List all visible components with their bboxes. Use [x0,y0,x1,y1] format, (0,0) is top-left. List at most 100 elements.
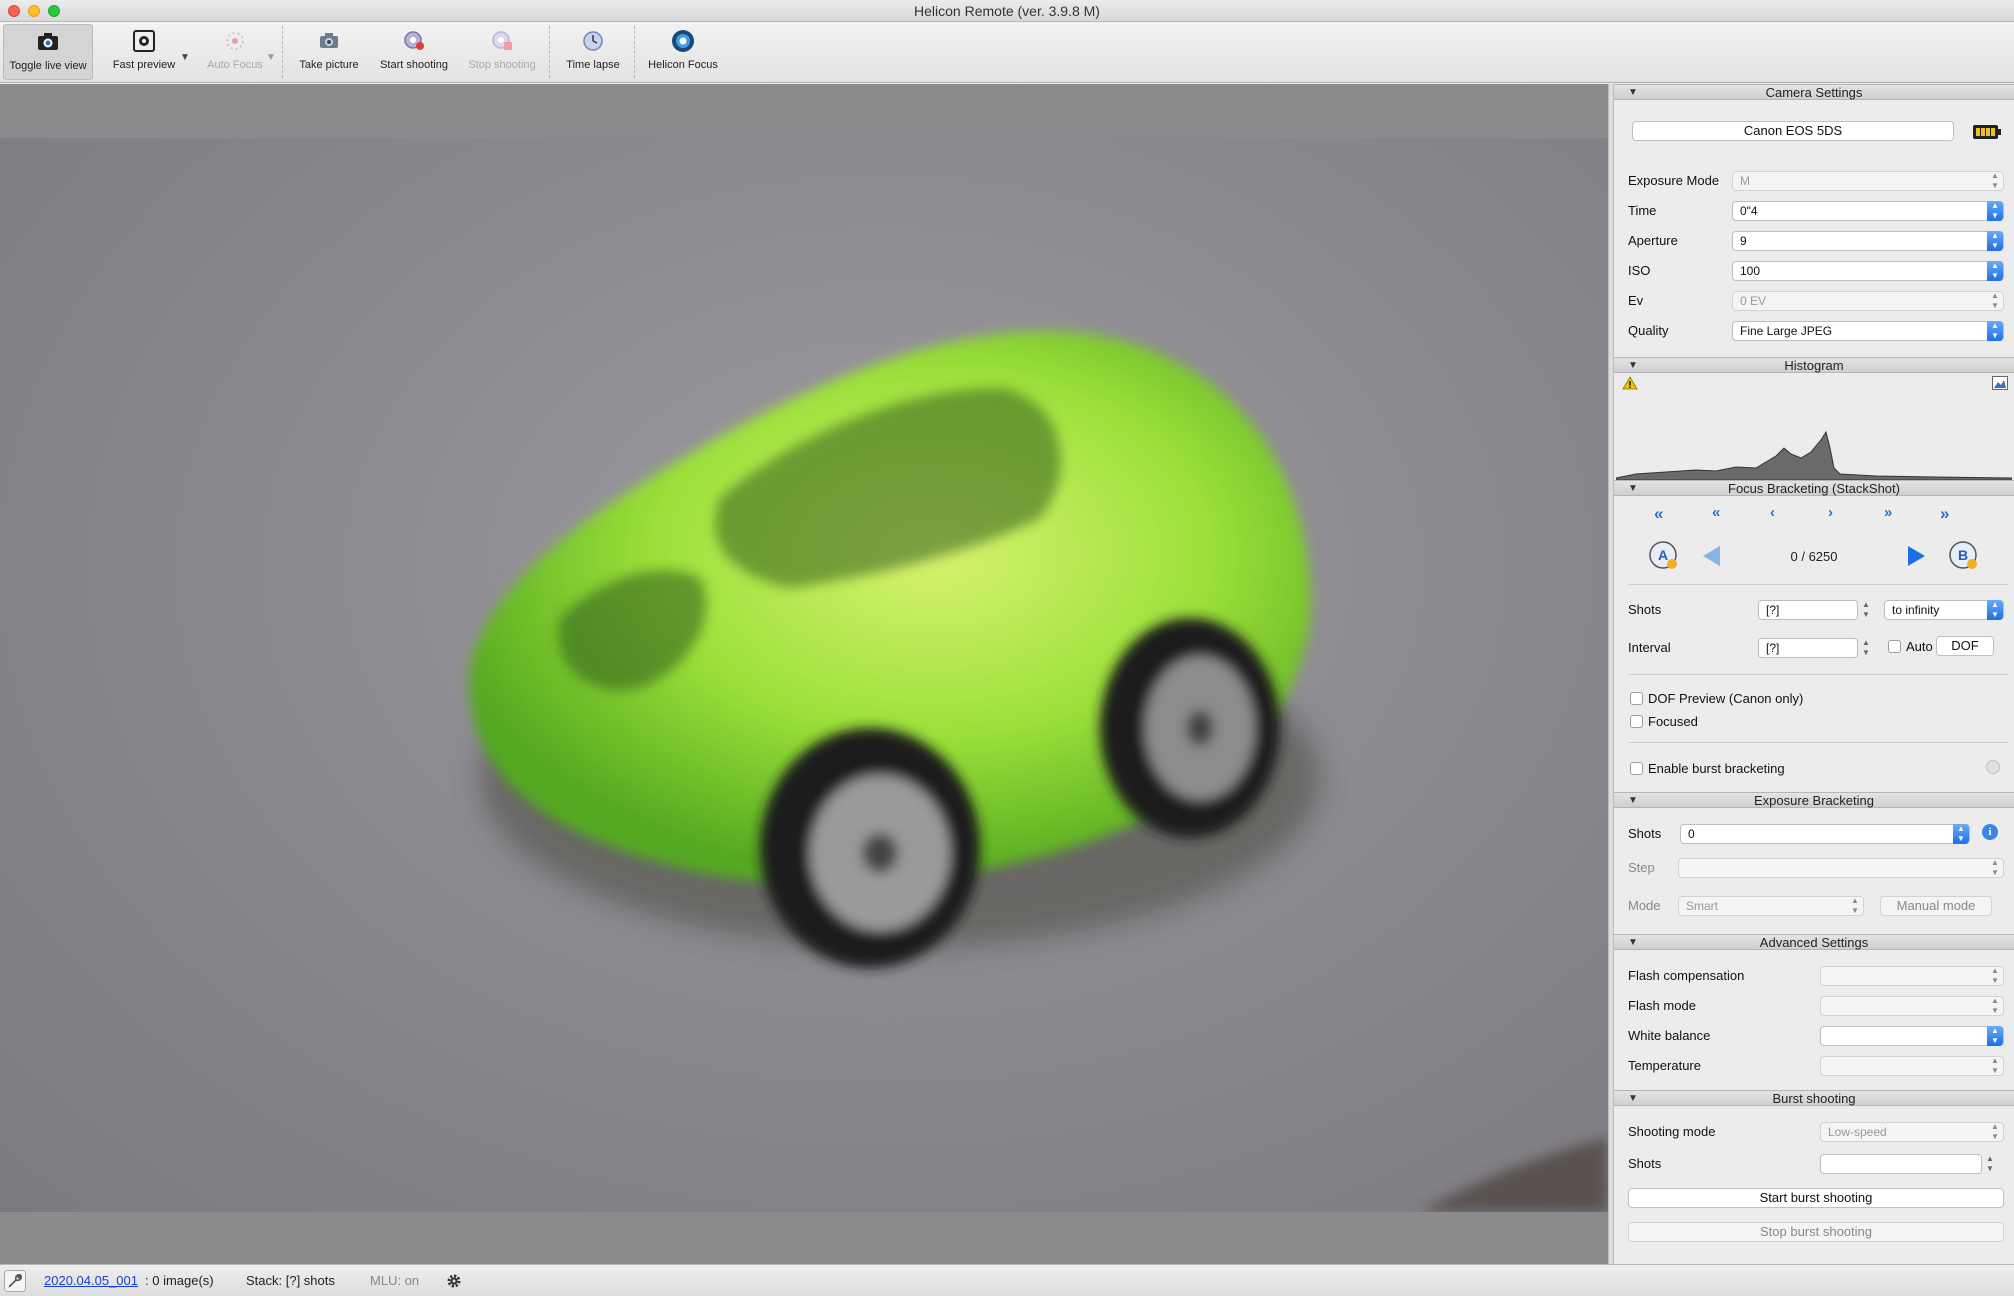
toggle-live-view-button[interactable]: Toggle live view [3,24,93,80]
camera-settings-header[interactable]: ▼ Camera Settings [1614,84,2014,100]
toolbar: Toggle live view Fast preview ▼ Auto Foc… [0,22,2014,83]
session-folder-link[interactable]: 2020.04.05_001 [44,1273,138,1288]
step-back-small-icon[interactable]: ‹ [1770,504,1775,521]
dof-button[interactable]: DOF [1936,636,1994,656]
start-burst-shooting-button[interactable]: Start burst shooting [1628,1188,2004,1208]
take-picture-icon [320,33,338,48]
focus-interval-stepper[interactable]: ▲ ▼ [1862,638,1870,658]
auto-interval-label: Auto [1906,639,1933,654]
close-window-button[interactable] [8,5,20,17]
ev-label: Ev [1628,293,1644,308]
time-label: Time [1628,203,1657,218]
focus-shots-mode-select[interactable]: to infinity ▲ ▼ [1884,600,2004,620]
start-shooting-icon [404,31,424,50]
exposure-bracketing-header[interactable]: ▼ Exposure Bracketing [1614,792,2014,808]
stack-shots-text: Stack: [?] shots [246,1273,335,1288]
stop-burst-shooting-button[interactable]: Stop burst shooting [1628,1222,2004,1242]
burst-bracketing-info-icon[interactable] [1986,760,2000,774]
move-toward-b-icon[interactable] [1906,544,1928,568]
step-forward-icon[interactable]: » [1884,504,1892,521]
histogram-header[interactable]: ▼ Histogram [1614,357,2014,373]
advanced-settings-header[interactable]: ▼ Advanced Settings [1614,934,2014,950]
collapse-triangle-icon: ▼ [1628,360,1638,371]
step-fast-backward-icon[interactable]: « [1654,504,1663,524]
burst-shots-stepper[interactable]: ▲ ▼ [1986,1154,1994,1174]
collapse-triangle-icon: ▼ [1628,87,1638,98]
exposure-bracketing-mode-select[interactable]: Smart ▲ ▼ [1678,896,1864,916]
shooting-mode-label: Shooting mode [1628,1124,1716,1139]
white-balance-select[interactable]: ▲ ▼ [1820,1026,2004,1046]
focus-shots-stepper[interactable]: ▲ ▼ [1862,600,1870,620]
svg-text:B: B [1958,547,1968,563]
fast-preview-dropdown-arrow[interactable]: ▼ [180,52,190,63]
iso-select[interactable]: 100 ▲ ▼ [1732,261,2004,281]
maximize-window-button[interactable] [48,5,60,17]
aperture-select[interactable]: 9 ▲ ▼ [1732,231,2004,251]
flash-mode-select[interactable]: ▲ ▼ [1820,996,2004,1016]
exposure-mode-select[interactable]: M ▲ ▼ [1732,171,2004,191]
manual-mode-button[interactable]: Manual mode [1880,896,1992,916]
temperature-label: Temperature [1628,1058,1701,1073]
collapse-triangle-icon: ▼ [1628,483,1638,494]
focus-interval-input[interactable]: [?] [1758,638,1858,658]
set-point-b-icon[interactable]: B [1948,540,1980,572]
live-view-area[interactable] [0,84,1608,1264]
dof-preview-checkbox[interactable] [1630,692,1643,705]
auto-focus-icon [226,32,244,50]
flash-compensation-select[interactable]: ▲ ▼ [1820,966,2004,986]
time-lapse-icon [583,31,603,51]
gear-icon[interactable] [445,1272,463,1290]
start-shooting-button[interactable]: Start shooting [374,24,454,80]
time-lapse-button[interactable]: Time lapse [558,24,628,80]
camera-name-button[interactable]: Canon EOS 5DS [1632,121,1954,141]
step-backward-icon[interactable]: « [1712,504,1720,521]
iso-label: ISO [1628,263,1651,278]
quality-select[interactable]: Fine Large JPEG ▲ ▼ [1732,321,2004,341]
auto-interval-checkbox[interactable] [1888,640,1901,653]
take-picture-button[interactable]: Take picture [292,24,366,80]
image-count-text: : 0 image(s) [145,1273,214,1288]
exposure-info-icon[interactable]: i [1982,824,1998,840]
ev-select[interactable]: 0 EV ▲ ▼ [1732,291,2004,311]
wrench-icon[interactable] [4,1270,26,1292]
stop-shooting-icon [492,31,512,50]
temperature-select[interactable]: ▲ ▼ [1820,1056,2004,1076]
collapse-triangle-icon: ▼ [1628,795,1638,806]
warning-icon [1622,376,1638,390]
fast-preview-icon [133,30,155,52]
title-bar: Helicon Remote (ver. 3.9.8 M) [0,0,2014,22]
focus-bracketing-header[interactable]: ▼ Focus Bracketing (StackShot) [1614,480,2014,496]
flash-mode-label: Flash mode [1628,998,1696,1013]
status-bar: 2020.04.05_001 : 0 image(s) Stack: [?] s… [0,1264,2014,1296]
auto-focus-button[interactable]: Auto Focus [200,24,270,80]
auto-focus-dropdown-arrow[interactable]: ▼ [266,52,276,63]
helicon-focus-button[interactable]: Helicon Focus [642,24,724,80]
settings-panel: ▼ Camera Settings Canon EOS 5DS Exposure… [1614,84,2014,1264]
stop-shooting-button[interactable]: Stop shooting [462,24,542,80]
burst-shots-label: Shots [1628,1156,1662,1171]
camera-liveview-icon [38,33,58,50]
aperture-label: Aperture [1628,233,1678,248]
minimize-window-button[interactable] [28,5,40,17]
exposure-shots-select[interactable]: 0 ▲ ▼ [1680,824,1970,844]
move-toward-a-icon[interactable] [1700,544,1722,568]
step-forward-small-icon[interactable]: › [1828,504,1833,521]
step-fast-forward-icon[interactable]: » [1940,504,1949,524]
fast-preview-button[interactable]: Fast preview [106,24,182,80]
shooting-mode-select[interactable]: Low-speed ▲ ▼ [1820,1122,2004,1142]
focus-shots-input[interactable]: [?] [1758,600,1858,620]
quality-label: Quality [1628,323,1669,338]
exposure-step-select[interactable]: ▲ ▼ [1678,858,2004,878]
white-balance-label: White balance [1628,1028,1711,1043]
mlu-status-text: MLU: on [370,1273,420,1288]
set-point-a-icon[interactable]: A [1648,540,1680,572]
collapse-triangle-icon: ▼ [1628,1093,1638,1104]
burst-shots-input[interactable] [1820,1154,1982,1174]
burst-bracketing-checkbox[interactable] [1630,762,1643,775]
focused-checkbox[interactable] [1630,715,1643,728]
helicon-focus-icon [672,30,694,52]
focus-shots-label: Shots [1628,602,1662,617]
burst-shooting-header[interactable]: ▼ Burst shooting [1614,1090,2014,1106]
time-select[interactable]: 0"4 ▲ ▼ [1732,201,2004,221]
histogram-options-icon[interactable] [1992,376,2008,390]
